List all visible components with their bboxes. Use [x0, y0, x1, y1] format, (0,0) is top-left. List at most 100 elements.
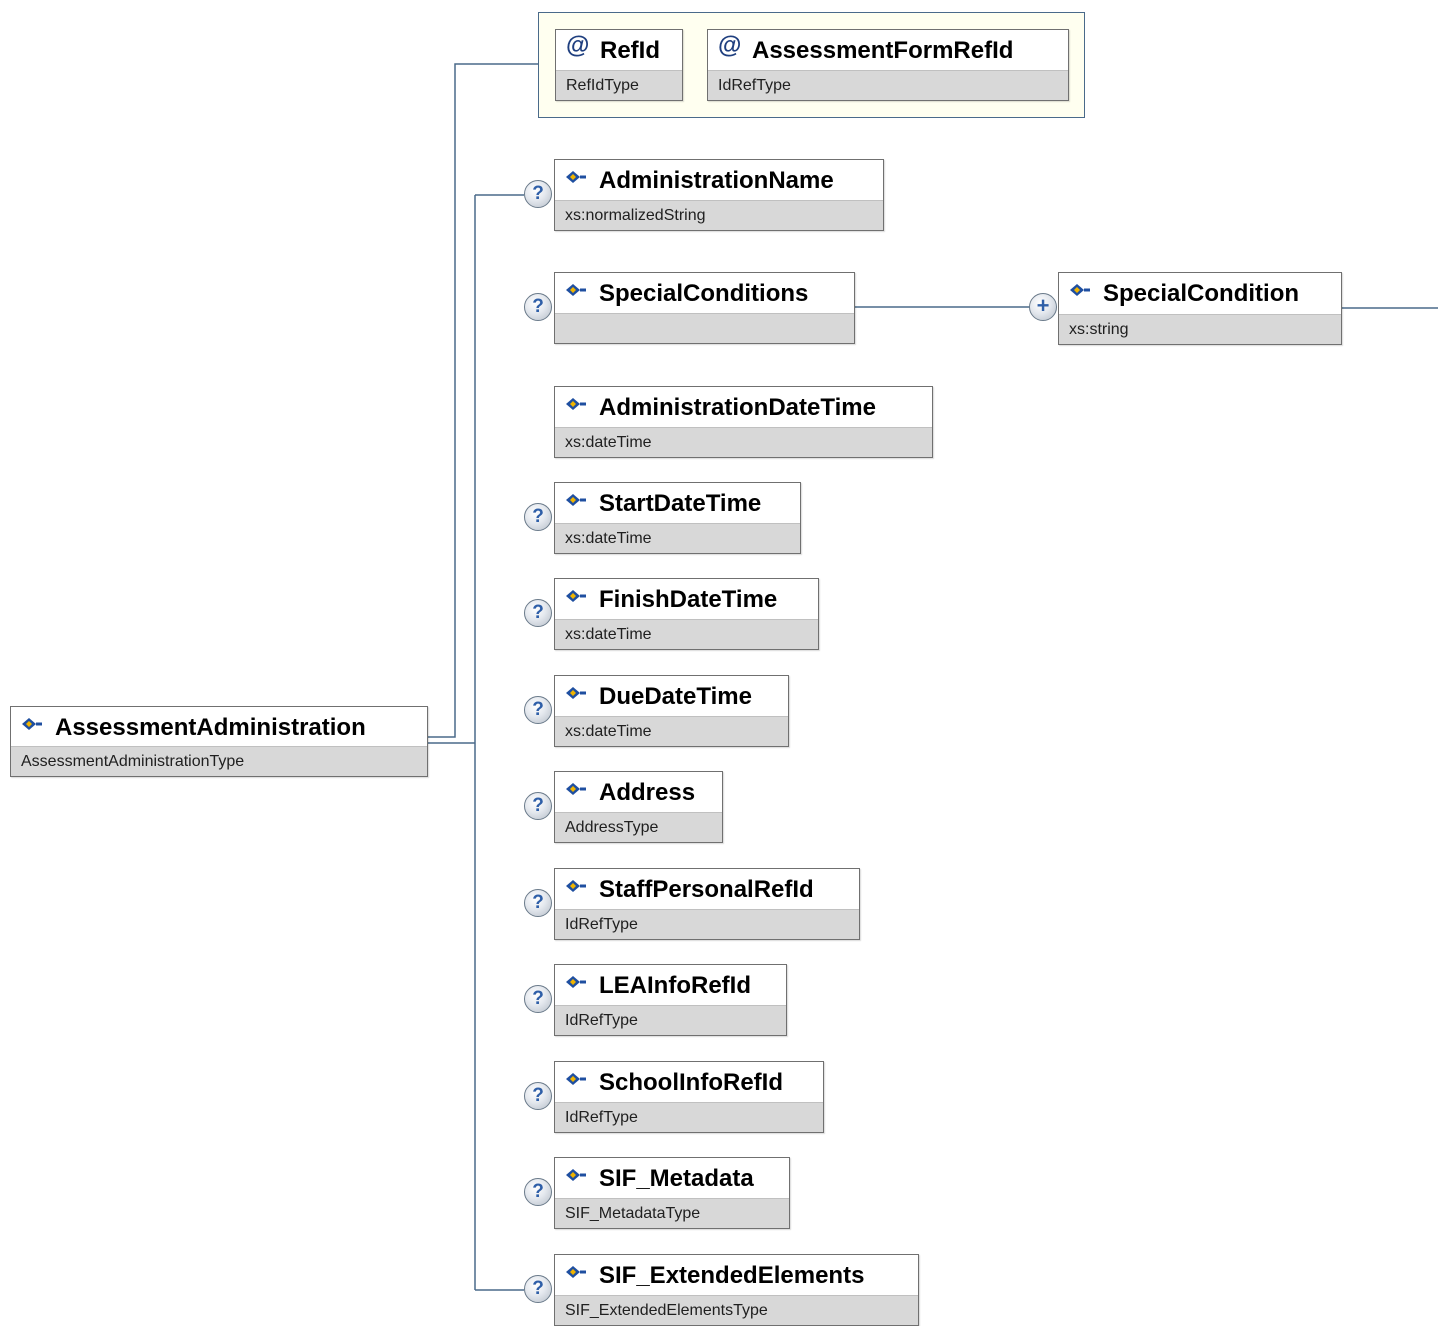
- element-name: StaffPersonalRefId: [599, 876, 814, 903]
- element-leainforefid[interactable]: LEAInfoRefId IdRefType: [554, 964, 787, 1036]
- element-type: xs:string: [1069, 321, 1129, 338]
- element-sif-extendedelements[interactable]: SIF_ExtendedElements SIF_ExtendedElements…: [554, 1254, 919, 1326]
- attribute-at-icon: @: [718, 32, 742, 59]
- element-icon: [566, 171, 586, 183]
- element-name: SpecialConditions: [599, 280, 809, 307]
- element-icon: [566, 284, 586, 296]
- element-name: SIF_ExtendedElements: [599, 1262, 865, 1289]
- element-type: SIF_MetadataType: [565, 1205, 701, 1222]
- element-name: AssessmentAdministration: [55, 714, 366, 741]
- element-type-band: xs:dateTime: [555, 619, 818, 649]
- element-type-band: IdRefType: [555, 909, 859, 939]
- optional-question-icon[interactable]: ?: [524, 1082, 552, 1110]
- element-icon: [566, 1073, 586, 1085]
- element-type-band: IdRefType: [555, 1102, 823, 1132]
- element-type: AssessmentAdministrationType: [21, 753, 245, 770]
- element-name: AdministrationName: [599, 167, 834, 194]
- element-type-band: xs:normalizedString: [555, 200, 883, 230]
- element-type: AddressType: [565, 819, 659, 836]
- element-name-band: SpecialConditions: [555, 273, 854, 315]
- element-type: xs:dateTime: [565, 434, 652, 451]
- element-startdatetime[interactable]: StartDateTime xs:dateTime: [554, 482, 801, 554]
- element-name: Address: [599, 779, 696, 806]
- element-type-band: SIF_MetadataType: [555, 1198, 789, 1228]
- element-administrationdatetime[interactable]: AdministrationDateTime xs:dateTime: [554, 386, 933, 458]
- element-specialcondition[interactable]: SpecialCondition xs:string: [1058, 272, 1342, 345]
- element-icon: [566, 590, 586, 602]
- element-type-band: AddressType: [555, 812, 722, 842]
- optional-question-icon[interactable]: ?: [524, 503, 552, 531]
- element-address[interactable]: Address AddressType: [554, 771, 723, 843]
- element-sif-metadata[interactable]: SIF_Metadata SIF_MetadataType: [554, 1157, 790, 1229]
- element-schoolinforefid[interactable]: SchoolInfoRefId IdRefType: [554, 1061, 824, 1133]
- attribute-type-band: RefIdType: [556, 70, 682, 100]
- element-icon: [566, 398, 586, 410]
- element-name: SpecialCondition: [1103, 280, 1300, 307]
- optional-question-icon[interactable]: ?: [524, 293, 552, 321]
- element-name-band: StartDateTime: [555, 483, 800, 525]
- element-name-band: DueDateTime: [555, 676, 788, 718]
- element-name-band: SIF_Metadata: [555, 1158, 789, 1200]
- element-type: IdRefType: [565, 916, 638, 933]
- element-icon: [566, 976, 586, 988]
- attribute-type: RefIdType: [566, 77, 639, 94]
- attribute-group: @ RefId RefIdType @ AssessmentFormRefId …: [538, 12, 1085, 118]
- element-name-band: LEAInfoRefId: [555, 965, 786, 1007]
- optional-question-icon[interactable]: ?: [524, 180, 552, 208]
- optional-question-icon[interactable]: ?: [524, 599, 552, 627]
- element-finishdatetime[interactable]: FinishDateTime xs:dateTime: [554, 578, 819, 650]
- element-name-band: SIF_ExtendedElements: [555, 1255, 918, 1297]
- element-type: xs:dateTime: [565, 723, 652, 740]
- element-name: FinishDateTime: [599, 586, 778, 613]
- element-type-band: xs:dateTime: [555, 716, 788, 746]
- optional-question-icon[interactable]: ?: [524, 792, 552, 820]
- element-name-band: FinishDateTime: [555, 579, 818, 621]
- element-icon: [566, 494, 586, 506]
- element-icon: [1070, 284, 1090, 296]
- plus-icon[interactable]: +: [1029, 293, 1057, 321]
- element-name-band: AdministrationDateTime: [555, 387, 932, 429]
- attribute-type-band: IdRefType: [708, 70, 1068, 100]
- schema-diagram: AssessmentAdministration AssessmentAdmin…: [0, 0, 1438, 1326]
- element-name: DueDateTime: [599, 683, 752, 710]
- optional-question-icon[interactable]: ?: [524, 985, 552, 1013]
- element-name: LEAInfoRefId: [599, 972, 751, 999]
- optional-question-icon[interactable]: ?: [524, 1275, 552, 1303]
- attribute-type: IdRefType: [718, 77, 791, 94]
- element-type: IdRefType: [565, 1012, 638, 1029]
- element-type: IdRefType: [565, 1109, 638, 1126]
- element-duedatetime[interactable]: DueDateTime xs:dateTime: [554, 675, 789, 747]
- element-name-band: AdministrationName: [555, 160, 883, 202]
- element-icon: [566, 1169, 586, 1181]
- element-name-band: AssessmentAdministration: [11, 707, 427, 749]
- connector-root-attributes: [428, 63, 538, 738]
- attribute-refid[interactable]: @ RefId RefIdType: [555, 29, 683, 101]
- element-icon: [566, 880, 586, 892]
- attribute-name: AssessmentFormRefId: [752, 37, 1014, 64]
- element-name: StartDateTime: [599, 490, 762, 517]
- optional-question-icon[interactable]: ?: [524, 889, 552, 917]
- root-element-assessmentadministration[interactable]: AssessmentAdministration AssessmentAdmin…: [10, 706, 428, 777]
- element-name: SIF_Metadata: [599, 1165, 754, 1192]
- attribute-assessmentformrefid[interactable]: @ AssessmentFormRefId IdRefType: [707, 29, 1069, 101]
- attribute-name-band: @ RefId: [556, 30, 682, 72]
- optional-question-icon[interactable]: ?: [524, 696, 552, 724]
- element-name-band: Address: [555, 772, 722, 814]
- element-name-band: SchoolInfoRefId: [555, 1062, 823, 1104]
- element-name: AdministrationDateTime: [599, 394, 876, 421]
- element-icon: [566, 783, 586, 795]
- element-specialconditions[interactable]: SpecialConditions: [554, 272, 855, 344]
- attribute-name-band: @ AssessmentFormRefId: [708, 30, 1068, 72]
- element-icon: [566, 1266, 586, 1278]
- element-type-band: IdRefType: [555, 1005, 786, 1035]
- element-staffpersonalrefid[interactable]: StaffPersonalRefId IdRefType: [554, 868, 860, 940]
- element-administrationname[interactable]: AdministrationName xs:normalizedString: [554, 159, 884, 231]
- element-name-band: StaffPersonalRefId: [555, 869, 859, 911]
- element-type-band: xs:dateTime: [555, 427, 932, 457]
- optional-question-icon[interactable]: ?: [524, 1178, 552, 1206]
- element-type-band: AssessmentAdministrationType: [11, 746, 427, 776]
- element-type-band: [555, 313, 854, 343]
- element-type: xs:normalizedString: [565, 207, 706, 224]
- element-type: xs:dateTime: [565, 626, 652, 643]
- element-name: SchoolInfoRefId: [599, 1069, 783, 1096]
